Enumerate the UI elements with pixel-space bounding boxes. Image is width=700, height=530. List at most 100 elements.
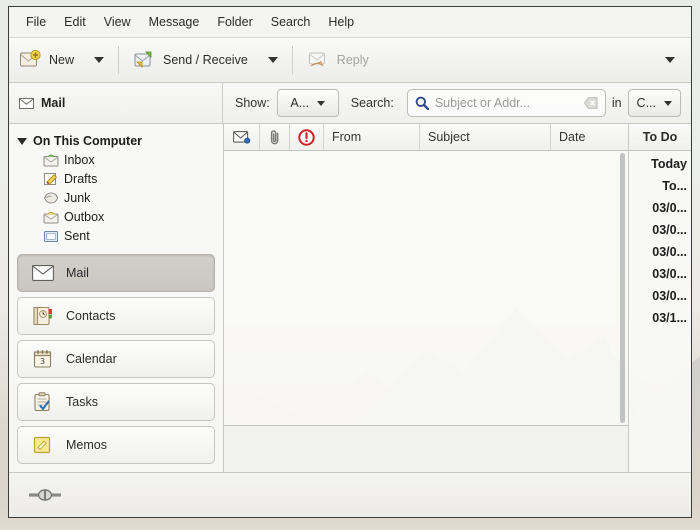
column-header-subject[interactable]: Subject — [420, 124, 551, 150]
inbox-folder-icon — [43, 153, 59, 167]
sidebar-item-memos[interactable]: Memos — [17, 426, 215, 464]
folder-item-label: Outbox — [64, 209, 105, 224]
menu-item-help[interactable]: Help — [319, 11, 363, 33]
menu-item-message[interactable]: Message — [140, 11, 209, 33]
mail-envelope-icon — [19, 97, 34, 109]
drafts-folder-icon — [43, 172, 59, 186]
column-header-attachment[interactable] — [260, 124, 290, 150]
menu-item-edit[interactable]: Edit — [55, 11, 95, 33]
search-scope-dropdown[interactable]: C... — [627, 89, 681, 117]
folder-item-label: Junk — [64, 190, 91, 205]
in-label: in — [611, 96, 622, 110]
menu-item-search[interactable]: Search — [262, 11, 320, 33]
folder-tree-root-label: On This Computer — [33, 134, 143, 148]
mail-envelope-icon — [32, 265, 54, 281]
folder-item-label: Inbox — [64, 152, 95, 167]
tasks-clipboard-icon — [32, 392, 54, 412]
column-header-read-status[interactable] — [224, 124, 260, 150]
reply-icon — [307, 50, 329, 70]
scrollbar-thumb[interactable] — [620, 153, 625, 423]
todo-row[interactable]: 03/0... — [629, 219, 691, 241]
chevron-down-icon — [664, 100, 672, 106]
new-button[interactable]: New — [9, 41, 84, 79]
window-body: On This Computer Inbox Drafts Junk Outbo… — [9, 124, 691, 472]
sidebar-item-mail[interactable]: Mail — [17, 254, 215, 292]
svg-text:3: 3 — [40, 357, 45, 366]
menu-item-view[interactable]: View — [95, 11, 140, 33]
reply-button-label: Reply — [336, 53, 369, 67]
outbox-folder-icon — [43, 210, 59, 224]
todo-pane-title: To Do — [629, 124, 691, 151]
todo-row[interactable]: Today — [629, 153, 691, 175]
sidebar-item-calendar[interactable]: 3 Calendar — [17, 340, 215, 378]
message-preview-pane — [224, 425, 628, 472]
toolbar-separator — [291, 46, 293, 74]
status-bar — [9, 472, 691, 517]
search-input-placeholder: Subject or Addr... — [434, 96, 531, 110]
message-list-scrollbar[interactable] — [619, 153, 626, 423]
new-dropdown-chevron-down-icon[interactable] — [94, 57, 105, 63]
send-receive-dropdown-chevron-down-icon[interactable] — [267, 57, 278, 63]
search-icon — [415, 96, 429, 110]
todo-row[interactable]: 03/0... — [629, 263, 691, 285]
send-receive-button-group: Send / Receive — [123, 38, 288, 82]
folder-item-label: Drafts — [64, 171, 98, 186]
todo-row[interactable]: 03/0... — [629, 285, 691, 307]
calendar-icon: 3 — [32, 349, 54, 369]
sidebar: On This Computer Inbox Drafts Junk Outbo… — [9, 124, 224, 472]
todo-row[interactable]: 03/0... — [629, 241, 691, 263]
folder-item-junk[interactable]: Junk — [9, 188, 223, 207]
sidebar-item-label: Memos — [66, 438, 107, 452]
read-status-icon — [232, 130, 251, 144]
todo-row[interactable]: To... — [629, 175, 691, 197]
message-list: From Subject Date — [224, 124, 629, 472]
show-filter-value: A... — [290, 96, 310, 110]
todo-pane: To Do Today To... 03/0... 03/0... 03/0..… — [629, 124, 691, 472]
sidebar-item-label: Mail — [66, 266, 89, 280]
reply-button-group: Reply — [297, 38, 379, 82]
sidebar-item-label: Contacts — [66, 309, 116, 323]
folder-tree-root-on-this-computer[interactable]: On This Computer — [9, 132, 223, 150]
column-header-date[interactable]: Date — [551, 124, 624, 150]
toolbar-separator — [118, 46, 120, 74]
current-view-label: Mail — [41, 96, 66, 110]
message-list-header: From Subject Date — [224, 124, 628, 151]
todo-row[interactable]: 03/0... — [629, 197, 691, 219]
folder-tree: On This Computer Inbox Drafts Junk Outbo… — [9, 124, 223, 250]
menu-item-folder[interactable]: Folder — [208, 11, 261, 33]
todo-pane-list: Today To... 03/0... 03/0... 03/0... 03/0… — [629, 151, 691, 472]
sidebar-item-tasks[interactable]: Tasks — [17, 383, 215, 421]
show-label: Show: — [235, 96, 270, 110]
clear-icon[interactable] — [583, 97, 598, 109]
evolution-main-window: File Edit View Message Folder Search Hel… — [8, 6, 692, 518]
main-toolbar: New Send / Receive Reply — [9, 38, 691, 83]
show-filter-dropdown[interactable]: A... — [276, 89, 339, 117]
attachment-paperclip-icon — [269, 129, 281, 145]
sidebar-item-label: Tasks — [66, 395, 98, 409]
online-connection-icon[interactable] — [29, 488, 61, 502]
chevron-down-icon — [317, 100, 326, 106]
current-view-indicator: Mail — [9, 83, 223, 123]
send-receive-icon — [133, 50, 155, 70]
new-message-icon — [19, 50, 41, 70]
reply-button[interactable]: Reply — [297, 41, 379, 79]
todo-row[interactable]: 03/1... — [629, 307, 691, 329]
folder-item-sent[interactable]: Sent — [9, 226, 223, 245]
sidebar-item-contacts[interactable]: Contacts — [17, 297, 215, 335]
search-input[interactable]: Subject or Addr... — [406, 89, 606, 117]
junk-folder-icon — [43, 191, 59, 205]
sent-folder-icon — [43, 229, 59, 243]
menu-item-file[interactable]: File — [17, 11, 55, 33]
search-bar: Mail Show: A... Search: Subject or Addr.… — [9, 83, 691, 124]
folder-item-label: Sent — [64, 228, 90, 243]
message-list-rows[interactable] — [224, 151, 628, 425]
expander-triangle-down-icon[interactable] — [17, 137, 27, 145]
new-button-group: New — [9, 38, 114, 82]
folder-item-outbox[interactable]: Outbox — [9, 207, 223, 226]
folder-item-inbox[interactable]: Inbox — [9, 150, 223, 169]
folder-item-drafts[interactable]: Drafts — [9, 169, 223, 188]
column-header-importance[interactable] — [290, 124, 324, 150]
send-receive-button[interactable]: Send / Receive — [123, 41, 258, 79]
column-header-from[interactable]: From — [324, 124, 420, 150]
toolbar-overflow-chevron-down-icon[interactable] — [665, 57, 675, 63]
